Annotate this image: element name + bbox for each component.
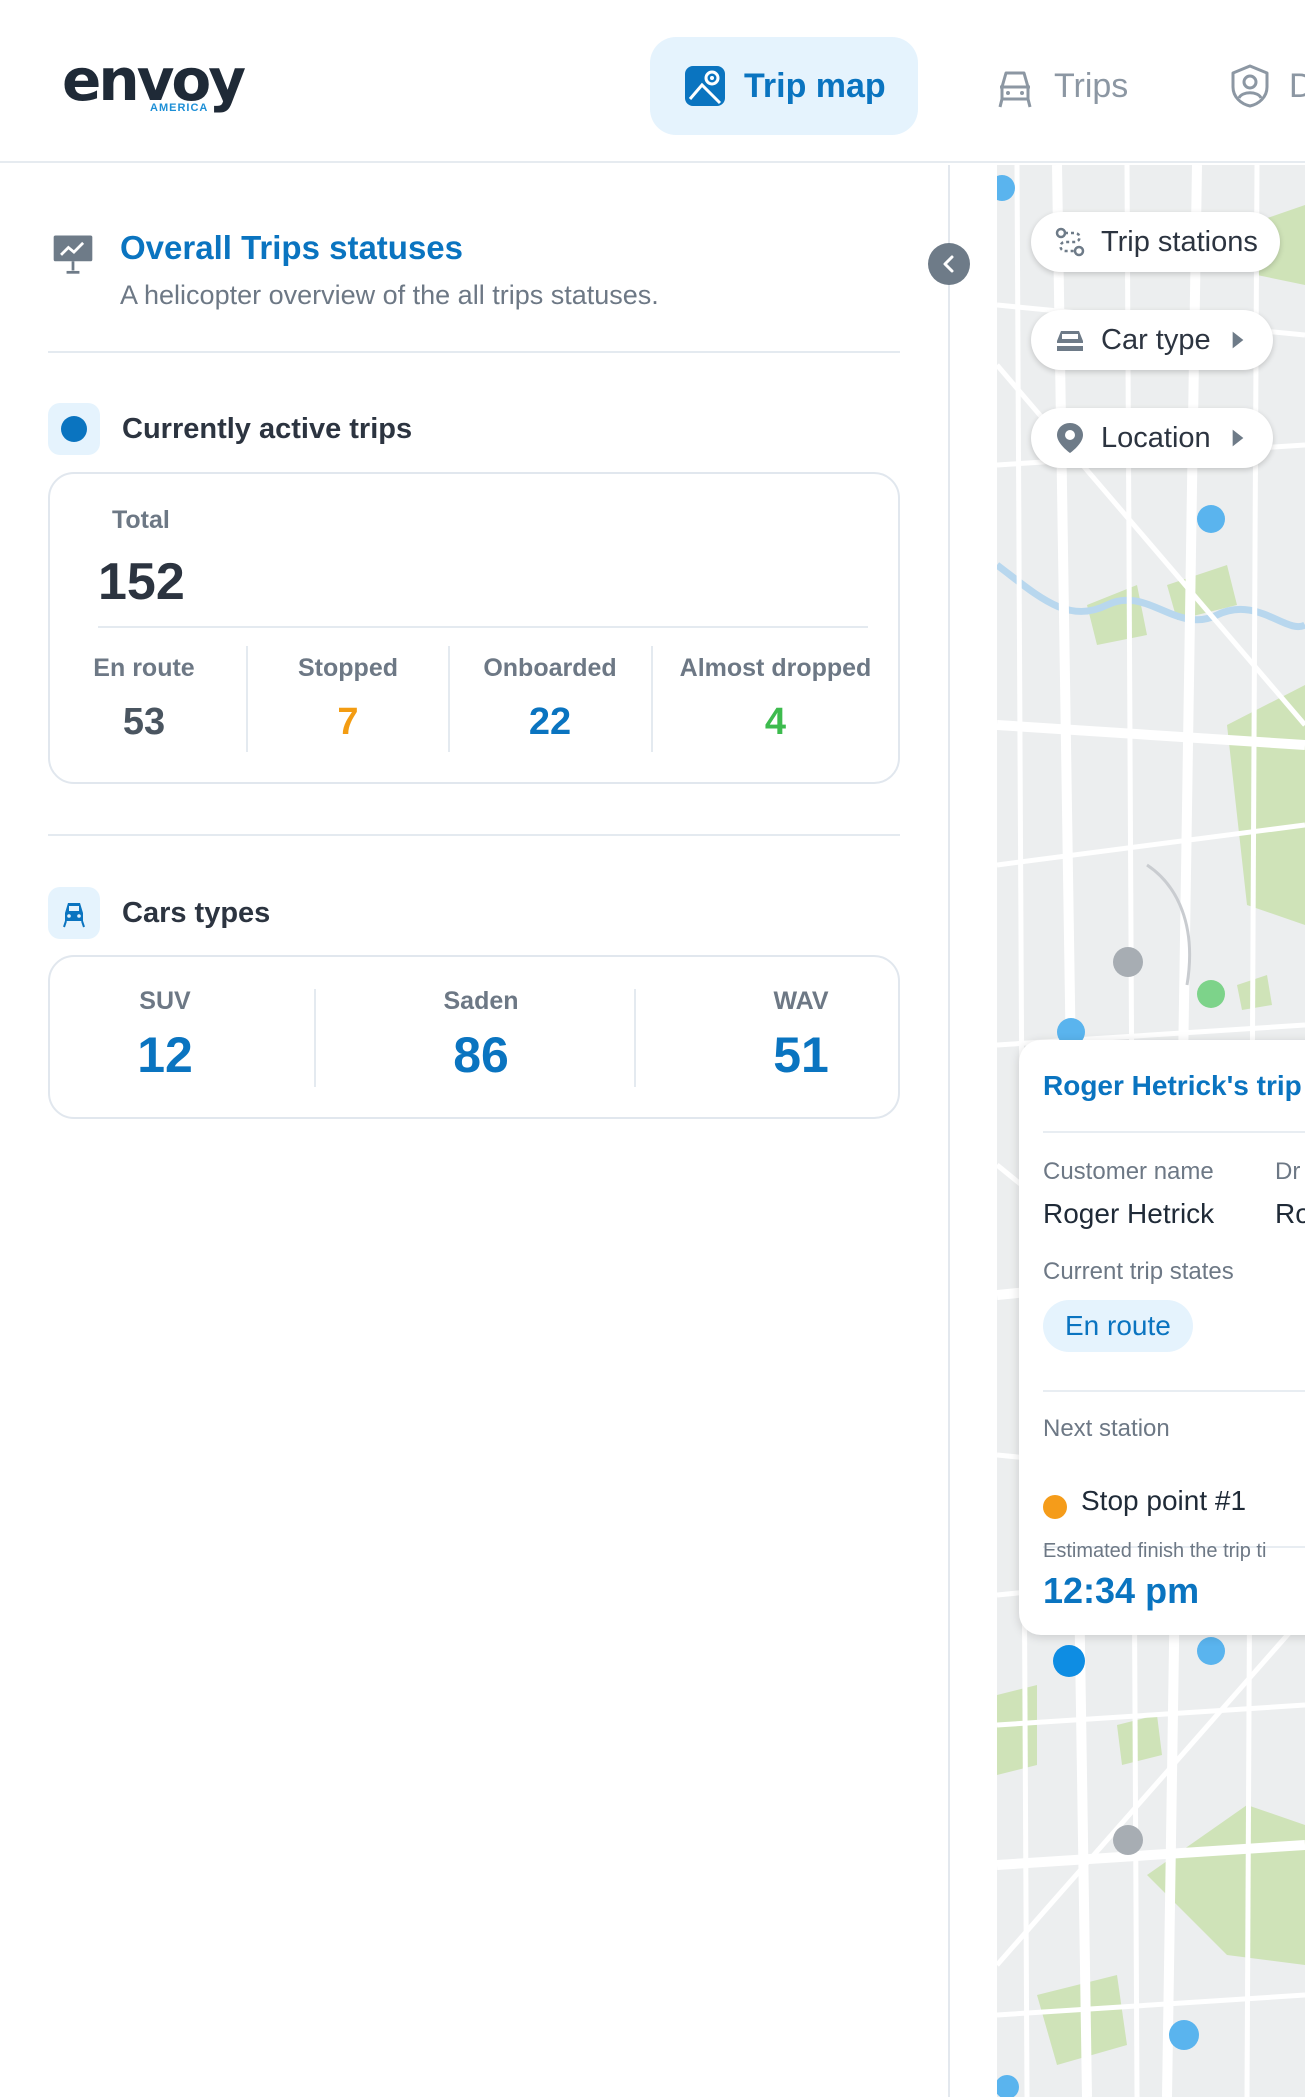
card-divider xyxy=(1043,1131,1305,1133)
filter-location-label: Location xyxy=(1101,421,1211,454)
driver-label: Dr xyxy=(1275,1158,1301,1185)
map-marker[interactable] xyxy=(997,2075,1019,2097)
map-marker[interactable] xyxy=(1169,2020,1199,2050)
presentation-chart-icon xyxy=(48,228,98,278)
total-label: Total xyxy=(112,506,170,534)
active-trips-header: Currently active trips xyxy=(48,403,412,455)
card-divider xyxy=(1043,1390,1305,1392)
stat-value: 4 xyxy=(764,701,787,743)
active-dot-icon xyxy=(48,403,100,455)
logo-wordmark: envoy xyxy=(62,46,246,114)
car-type-label: Saden xyxy=(443,987,519,1015)
filter-trip-stations-label: Trip stations xyxy=(1101,225,1258,258)
tab-trip-map[interactable]: Trip map xyxy=(650,37,918,135)
next-station-value: Stop point #1 xyxy=(1081,1485,1247,1516)
car-front-icon xyxy=(48,887,100,939)
car-types-header: Cars types xyxy=(48,887,270,939)
stat-value: 53 xyxy=(122,701,166,743)
tab-trip-map-label: Trip map xyxy=(744,66,886,105)
route-icon xyxy=(1055,227,1085,257)
user-shield-icon xyxy=(1231,64,1269,108)
tab-trips[interactable]: Trips xyxy=(960,37,1160,135)
stat-onboarded: Onboarded 22 xyxy=(450,644,650,750)
stat-value: 22 xyxy=(528,701,572,743)
envoy-logo[interactable]: envoy AMERICA xyxy=(62,50,252,120)
car-type-value: 12 xyxy=(137,1027,193,1083)
car-type-value: 51 xyxy=(773,1027,829,1083)
overview-header: Overall Trips statuses A helicopter over… xyxy=(48,228,659,311)
car-type-separator xyxy=(314,989,316,1087)
map-marker[interactable] xyxy=(1053,1645,1085,1677)
stat-almost-dropped: Almost dropped 4 xyxy=(653,644,898,750)
car-type-separator xyxy=(634,989,636,1087)
total-value: 152 xyxy=(98,553,185,611)
stat-label: Stopped xyxy=(298,654,398,682)
trip-state-badge: En route xyxy=(1043,1300,1193,1352)
trip-map[interactable]: Trip stations Car type Location Roger He… xyxy=(997,165,1305,2097)
filter-car-type-label: Car type xyxy=(1101,323,1211,356)
filter-location[interactable]: Location xyxy=(1031,408,1273,468)
logo-subtext: AMERICA xyxy=(150,102,209,114)
car-types-title: Cars types xyxy=(122,897,271,929)
top-header: envoy AMERICA Trip map Trips D xyxy=(0,0,1305,163)
caret-right-icon xyxy=(1232,429,1244,447)
map-marker[interactable] xyxy=(1113,947,1143,977)
filter-car-type[interactable]: Car type xyxy=(1031,310,1273,370)
location-pin-icon xyxy=(1057,423,1083,453)
eta-value: 12:34 pm xyxy=(1043,1570,1200,1611)
trip-card-title: Roger Hetrick's trip xyxy=(1043,1070,1302,1101)
trip-state-label: Current trip states xyxy=(1043,1258,1234,1285)
driver-value: Ro xyxy=(1275,1198,1305,1229)
next-station-label: Next station xyxy=(1043,1415,1170,1442)
car-type-wav: WAV 51 xyxy=(726,987,876,1084)
tab-d[interactable]: D xyxy=(1195,37,1305,135)
car-type-label: WAV xyxy=(773,987,829,1015)
stat-label: En route xyxy=(93,654,195,682)
active-trips-card: Total 152 En route 53 Stopped 7 Onboarde… xyxy=(48,472,900,784)
active-trips-title: Currently active trips xyxy=(122,413,413,445)
stat-label: Onboarded xyxy=(483,654,617,682)
car-type-saden: Saden 86 xyxy=(406,987,556,1084)
trip-info-card[interactable]: Roger Hetrick's trip Customer name Roger… xyxy=(1019,1040,1305,1635)
card-divider xyxy=(98,626,868,628)
map-marker[interactable] xyxy=(1197,980,1225,1008)
car-icon xyxy=(1057,331,1083,351)
car-type-suv: SUV 12 xyxy=(90,987,240,1084)
tab-trips-label: Trips xyxy=(1054,66,1129,105)
car-icon xyxy=(998,71,1032,108)
map-marker[interactable] xyxy=(1197,1637,1225,1665)
filter-trip-stations[interactable]: Trip stations xyxy=(1031,212,1280,272)
chevron-left-icon xyxy=(943,255,954,273)
customer-name-label: Customer name xyxy=(1043,1158,1214,1185)
caret-right-icon xyxy=(1232,331,1243,349)
map-marker[interactable] xyxy=(1113,1825,1143,1855)
section-divider xyxy=(48,351,900,353)
station-status-dot xyxy=(1043,1495,1067,1519)
stat-stopped: Stopped 7 xyxy=(248,644,448,750)
overview-title: Overall Trips statuses xyxy=(120,229,464,266)
car-types-card: SUV 12 Saden 86 WAV 51 xyxy=(48,955,900,1119)
section-divider xyxy=(48,834,900,836)
eta-label-text: Estimated finish the trip ti xyxy=(1043,1540,1267,1562)
car-type-label: SUV xyxy=(139,987,191,1015)
overview-subtitle: A helicopter overview of the all trips s… xyxy=(120,280,659,310)
car-type-value: 86 xyxy=(453,1027,509,1083)
stat-en-route: En route 53 xyxy=(64,644,224,750)
stat-label: Almost dropped xyxy=(679,654,872,682)
stat-value: 7 xyxy=(337,701,359,743)
map-marker[interactable] xyxy=(1197,505,1225,533)
customer-name-value: Roger Hetrick xyxy=(1043,1198,1215,1229)
collapse-panel-button[interactable] xyxy=(928,243,970,285)
tab-d-label: D xyxy=(1289,66,1305,105)
map-icon xyxy=(685,66,725,106)
